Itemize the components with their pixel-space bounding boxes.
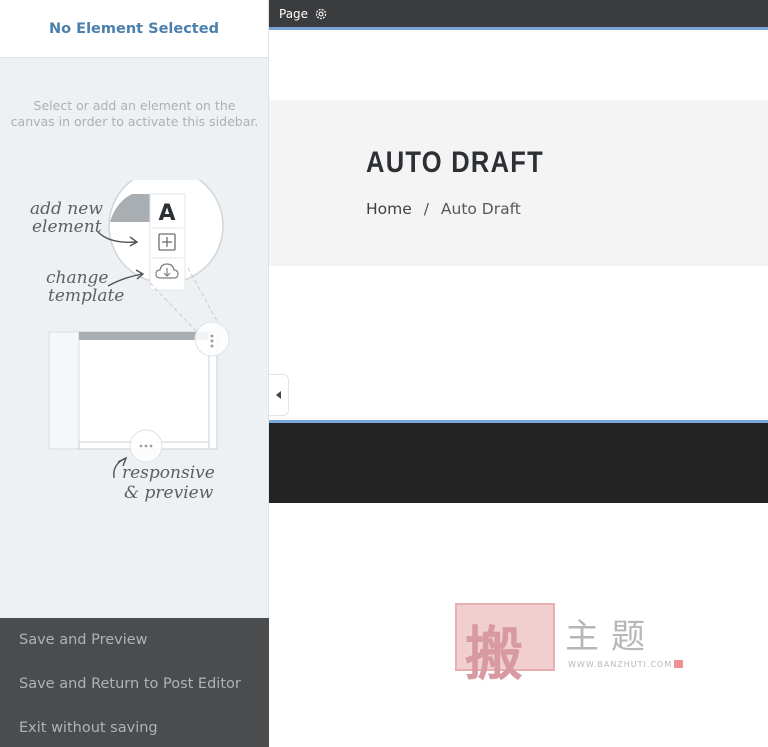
breadcrumb: Home / Auto Draft <box>366 200 528 218</box>
canvas-topbar: Page <box>269 0 768 30</box>
logo-letter: A <box>158 201 175 226</box>
page-title: AUTO DRAFT <box>366 146 545 179</box>
watermark-seal-char: 搬 <box>465 620 524 688</box>
arrow-change <box>107 273 143 287</box>
save-and-preview-button[interactable]: Save and Preview <box>0 618 269 662</box>
sidebar-hint: Select or add an element on the canvas i… <box>10 98 259 129</box>
exit-without-saving-button[interactable]: Exit without saving <box>0 706 269 747</box>
gear-icon[interactable] <box>314 7 328 21</box>
page-footer-section[interactable] <box>269 420 768 503</box>
sidebar-title: No Element Selected <box>49 20 219 37</box>
editor-sidebar: No Element Selected Select or add an ele… <box>0 0 269 747</box>
change-label-2: template <box>48 286 124 306</box>
sidebar-collapse-toggle[interactable] <box>269 374 289 416</box>
chevron-left-icon <box>276 391 281 399</box>
sidebar-footer: Save and Preview Save and Return to Post… <box>0 618 269 747</box>
breadcrumb-home-link[interactable]: Home <box>366 200 412 218</box>
breadcrumb-separator: / <box>423 200 429 218</box>
add-new-label-1: add new <box>30 199 103 219</box>
responsive-label-1: responsive <box>122 463 215 483</box>
page-settings-label[interactable]: Page <box>279 7 308 21</box>
scroll-handle-circle <box>194 321 230 357</box>
sidebar-header: No Element Selected <box>0 0 268 58</box>
app-root: No Element Selected Select or add an ele… <box>0 0 768 747</box>
watermark-dot <box>674 660 683 668</box>
watermark-seal: 搬 <box>455 603 555 688</box>
responsive-label-2: & preview <box>124 483 214 503</box>
watermark-url: WWW.BANZHUTI.COM <box>568 660 673 669</box>
breadcrumb-current: Auto Draft <box>440 200 521 218</box>
change-label-1: change <box>46 268 109 288</box>
sidebar-illustration: A add new element change template respon… <box>30 180 230 503</box>
save-and-return-button[interactable]: Save and Return to Post Editor <box>0 662 269 706</box>
add-new-label-2: element <box>32 217 102 237</box>
watermark-logo: 搬 主题 WWW.BANZHUTI.COM <box>455 603 690 688</box>
watermark-text: 主题 <box>565 617 657 657</box>
page-hero-section[interactable]: AUTO DRAFT Home / Auto Draft <box>269 100 768 266</box>
